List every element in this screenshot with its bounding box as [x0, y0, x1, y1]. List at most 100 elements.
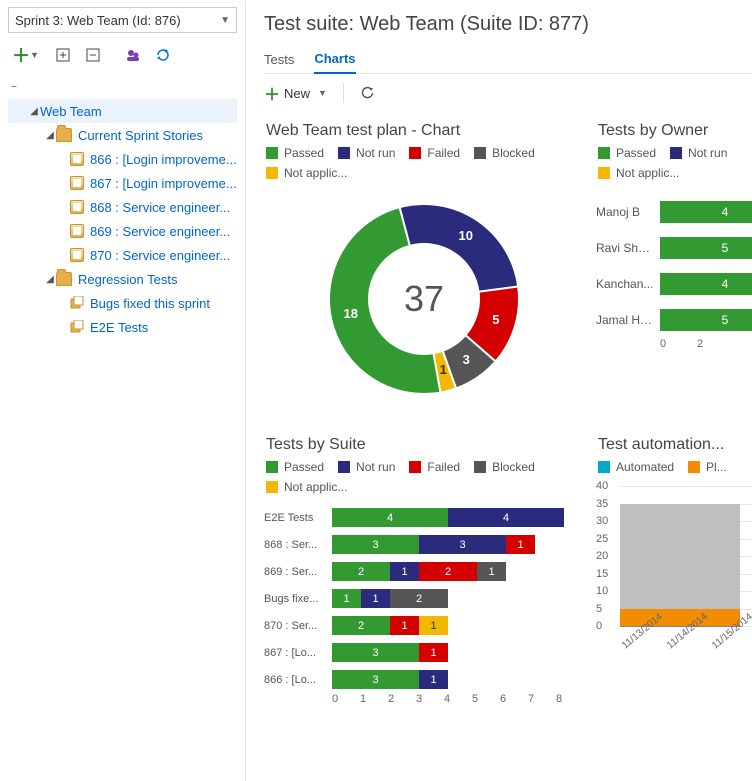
owner-label: Kanchan...	[596, 277, 654, 291]
y-tick: 25	[596, 533, 608, 545]
legend: Passed Not run Not applic...	[598, 146, 752, 180]
suite-label: Bugs fixe...	[264, 593, 326, 605]
suite-row: 870 : Ser...211	[264, 612, 584, 639]
legend-swatch	[266, 461, 278, 473]
suite-bar-segment: 3	[419, 535, 506, 554]
sprint-dropdown[interactable]: Sprint 3: Web Team (Id: 876) ▼	[8, 7, 237, 33]
left-panel: Sprint 3: Web Team (Id: 876) ▼ ＋ ▼ −	[0, 1, 246, 781]
chevron-down-icon: ▼	[220, 15, 230, 26]
owner-bars: Manoj B4Ravi Sha...5Kanchan...4Jamal Ha.…	[596, 194, 752, 338]
legend-label: Not run	[356, 460, 395, 474]
work-item-icon	[70, 248, 84, 262]
tree-node-item[interactable]: 870 : Service engineer...	[8, 243, 237, 267]
chart-owners[interactable]: Tests by Owner PassedNot runNot applic..…	[596, 112, 752, 414]
refresh-icon[interactable]	[148, 41, 178, 69]
legend-item: Not applic...	[266, 166, 347, 180]
tree-node-folder[interactable]: ◢ Regression Tests	[8, 267, 237, 291]
suite-bar-segment: 3	[332, 643, 419, 662]
legend-label: Failed	[427, 460, 460, 474]
suite-bar-segment: 4	[332, 508, 448, 527]
suite-row: 866 : [Lo...31	[264, 666, 584, 693]
suite-bar-segment: 1	[332, 589, 361, 608]
legend-item: Passed	[266, 146, 324, 160]
page-title: Test suite: Web Team (Suite ID: 877)	[264, 13, 752, 36]
legend-item: Failed	[409, 146, 460, 160]
chevron-down-icon[interactable]: ▼	[30, 50, 39, 60]
legend-swatch	[474, 147, 486, 159]
suite-bar-segment: 1	[361, 589, 390, 608]
tree-node-item[interactable]: 869 : Service engineer...	[8, 219, 237, 243]
owner-label: Ravi Sha...	[596, 241, 654, 255]
legend-label: Passed	[616, 146, 656, 160]
work-item-icon	[70, 224, 84, 238]
tree-node-item[interactable]: E2E Tests	[8, 315, 237, 339]
folder-icon	[56, 128, 72, 142]
legend-swatch	[409, 461, 421, 473]
legend-label: Not run	[356, 146, 395, 160]
legend-item: Not run	[670, 146, 727, 160]
charts-toolbar: ＋ New ▼	[264, 74, 752, 112]
legend: PassedNot runFailedBlockedNot applic...	[266, 460, 584, 494]
main-panel: Test suite: Web Team (Suite ID: 877) Tes…	[246, 1, 752, 781]
refresh-icon[interactable]	[352, 79, 382, 107]
suite-bar-segment: 3	[332, 535, 419, 554]
suite-bar-segment: 1	[419, 643, 448, 662]
tree-node-item[interactable]: Bugs fixed this sprint	[8, 291, 237, 315]
legend-swatch	[338, 147, 350, 159]
legend-label: Not applic...	[284, 480, 347, 494]
tab-tests[interactable]: Tests	[264, 52, 294, 73]
suite-bar-segment: 2	[332, 616, 390, 635]
legend-item: Passed	[266, 460, 324, 474]
donut-slice-label: 10	[456, 228, 476, 243]
legend-label: Blocked	[492, 146, 535, 160]
owner-row: Manoj B4	[596, 194, 752, 230]
chart-suites[interactable]: Tests by Suite PassedNot runFailedBlocke…	[264, 426, 584, 705]
y-tick: 0	[596, 620, 602, 632]
y-tick: 40	[596, 480, 608, 492]
suite-bar-segment: 4	[448, 508, 564, 527]
tree-node-item[interactable]: 868 : Service engineer...	[8, 195, 237, 219]
new-chart-button[interactable]: ＋ New ▼	[264, 81, 335, 105]
legend-swatch	[266, 147, 278, 159]
folder-icon	[56, 272, 72, 286]
legend-label: Not run	[688, 146, 727, 160]
work-item-icon	[70, 176, 84, 190]
legend-swatch	[598, 167, 610, 179]
tree-node-item[interactable]: 866 : [Login improveme...	[8, 147, 237, 171]
suite-row: E2E Tests44	[264, 504, 584, 531]
tab-charts[interactable]: Charts	[314, 51, 355, 74]
tree-collapse-root[interactable]: −	[8, 75, 237, 99]
legend-item: Not applic...	[598, 166, 679, 180]
suite-row: 869 : Ser...2121	[264, 558, 584, 585]
legend-label: Pl...	[706, 460, 727, 474]
legend-swatch	[474, 461, 486, 473]
owner-row: Jamal Ha...5	[596, 302, 752, 338]
caret-down-icon: ◢	[44, 274, 56, 285]
tree-node-folder[interactable]: ◢ Current Sprint Stories	[8, 123, 237, 147]
expand-all-icon[interactable]	[48, 41, 78, 69]
donut-slice-label: 1	[433, 362, 453, 377]
suite-bar-segment: 1	[506, 535, 535, 554]
people-icon[interactable]	[118, 41, 148, 69]
legend-label: Passed	[284, 146, 324, 160]
legend-item: Automated	[598, 460, 674, 474]
suite-row: 867 : [Lo...31	[264, 639, 584, 666]
owner-bar: 5	[660, 237, 752, 259]
work-item-icon	[70, 200, 84, 214]
chart-donut[interactable]: Web Team test plan - Chart PassedNot run…	[264, 112, 584, 414]
tree-node-root[interactable]: ◢ Web Team	[8, 99, 237, 123]
owner-bar: 5	[660, 309, 752, 331]
sprint-dropdown-label: Sprint 3: Web Team (Id: 876)	[15, 13, 220, 28]
tree-node-item[interactable]: 867 : [Login improveme...	[8, 171, 237, 195]
y-tick: 35	[596, 498, 608, 510]
chart-automation[interactable]: Test automation... AutomatedPl... 051015…	[596, 426, 752, 705]
collapse-all-icon[interactable]	[78, 41, 108, 69]
suite-icon	[70, 320, 84, 334]
legend-swatch	[409, 147, 421, 159]
work-item-icon	[70, 152, 84, 166]
donut-slice-label: 18	[341, 306, 361, 321]
suite-bar-segment: 2	[332, 562, 390, 581]
legend: Automated Pl...	[598, 460, 752, 474]
legend-label: Not applic...	[284, 166, 347, 180]
suite-bar-segment: 2	[419, 562, 477, 581]
